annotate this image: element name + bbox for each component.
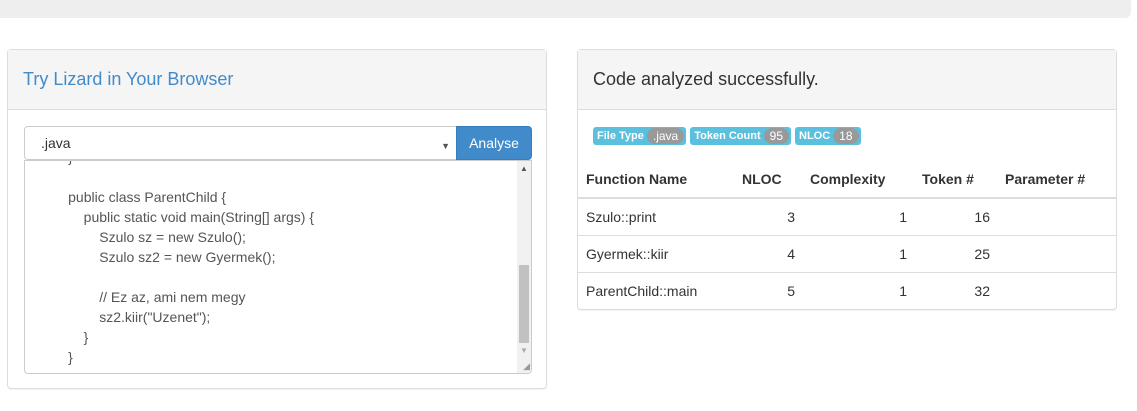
table-row: Gyermek::kiir 4 1 25 bbox=[578, 234, 1116, 272]
table-cell: 25 bbox=[914, 234, 997, 272]
table-row: Szulo::print 3 1 16 bbox=[578, 197, 1116, 235]
scrollbar-thumb[interactable] bbox=[519, 265, 529, 343]
nloc-badge: NLOC 18 bbox=[795, 127, 861, 145]
resize-grip-icon[interactable]: ◢ bbox=[523, 361, 530, 372]
code-line: public class ParentChild { bbox=[37, 189, 227, 205]
file-type-select[interactable]: .java ▼ bbox=[24, 126, 457, 160]
badge-value: .java bbox=[646, 128, 685, 144]
column-header: NLOC bbox=[734, 161, 802, 199]
table-cell: 1 bbox=[802, 197, 914, 235]
badge-value: 95 bbox=[763, 128, 789, 144]
table-cell bbox=[997, 197, 1116, 235]
table-cell: 16 bbox=[914, 197, 997, 235]
lizard-input-panel: Try Lizard in Your Browser .java ▼ Analys… bbox=[7, 49, 547, 389]
table-cell: ParentChild::main bbox=[578, 271, 734, 309]
code-line: // Ez az, ami nem megy bbox=[37, 289, 246, 305]
top-bar bbox=[0, 0, 1131, 18]
code-content: } public class ParentChild { public stat… bbox=[37, 161, 314, 367]
results-table: Function Name NLOC Complexity Token # Pa… bbox=[578, 161, 1116, 309]
table-cell bbox=[997, 234, 1116, 272]
results-panel: Code analyzed successfully. File Type .ja… bbox=[577, 49, 1117, 310]
table-cell: 3 bbox=[734, 197, 802, 235]
table-cell: 1 bbox=[802, 234, 914, 272]
caret-down-icon: ▼ bbox=[441, 141, 450, 151]
column-header: Token # bbox=[914, 161, 997, 199]
code-line: } bbox=[37, 349, 73, 365]
column-header: Parameter # bbox=[997, 161, 1116, 199]
badge-label: File Type bbox=[597, 130, 644, 142]
analyse-button[interactable]: Analyse bbox=[456, 126, 532, 160]
table-cell: Gyermek::kiir bbox=[578, 234, 734, 272]
column-header: Function Name bbox=[578, 161, 734, 199]
code-line: Szulo sz = new Szulo(); bbox=[37, 229, 246, 245]
selected-file-type: .java bbox=[41, 135, 71, 151]
badge-label: Token Count bbox=[694, 130, 761, 142]
panel-title: Try Lizard in Your Browser bbox=[8, 50, 546, 110]
code-line: } bbox=[37, 161, 314, 167]
scroll-down-icon[interactable]: ▼ bbox=[520, 346, 528, 355]
file-type-badge: File Type .java bbox=[593, 127, 687, 145]
table-header: Function Name NLOC Complexity Token # Pa… bbox=[578, 161, 1116, 199]
code-line: } bbox=[37, 329, 89, 345]
scrollbar[interactable]: ▲ ▼ bbox=[517, 161, 531, 373]
column-header: Complexity bbox=[802, 161, 914, 199]
code-line: public static void main(String[] args) { bbox=[37, 209, 314, 225]
table-cell: 4 bbox=[734, 234, 802, 272]
code-line: sz2.kiir("Uzenet"); bbox=[37, 309, 211, 325]
table-cell: 1 bbox=[802, 271, 914, 309]
table-cell: 32 bbox=[914, 271, 997, 309]
badge-label: NLOC bbox=[799, 130, 831, 142]
scroll-up-icon[interactable]: ▲ bbox=[520, 164, 528, 173]
code-textarea[interactable]: } public class ParentChild { public stat… bbox=[24, 160, 532, 374]
summary-badges: File Type .java Token Count 95 NLOC 18 bbox=[593, 127, 861, 145]
table-cell: Szulo::print bbox=[578, 197, 734, 235]
results-title: Code analyzed successfully. bbox=[578, 50, 1116, 110]
table-row: ParentChild::main 5 1 32 bbox=[578, 271, 1116, 309]
table-cell bbox=[997, 271, 1116, 309]
table-cell: 5 bbox=[734, 271, 802, 309]
badge-value: 18 bbox=[833, 128, 859, 144]
token-count-badge: Token Count 95 bbox=[690, 127, 791, 145]
code-line: Szulo sz2 = new Gyermek(); bbox=[37, 249, 276, 265]
